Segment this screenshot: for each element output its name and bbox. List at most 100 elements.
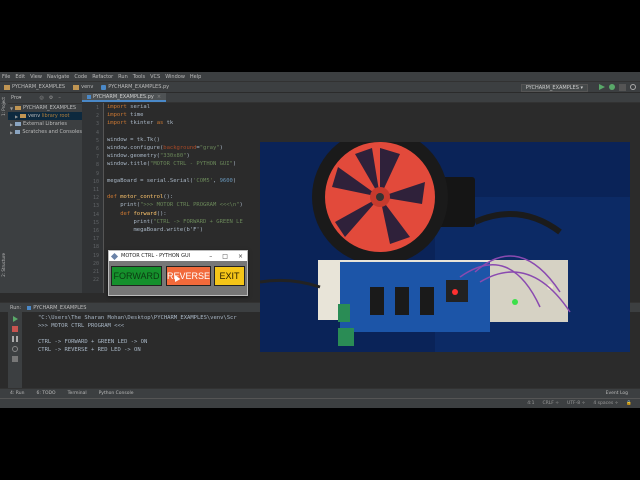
breadcrumb-folder[interactable]: venv — [69, 84, 97, 90]
code-line: def motor_control(): — [107, 194, 174, 201]
code-line: import time — [107, 112, 144, 119]
line-number: 12 — [92, 195, 99, 202]
line-number: 22 — [92, 277, 99, 284]
line-number: 4 — [95, 129, 99, 136]
menu-item-help[interactable]: Help — [190, 74, 201, 80]
console-line: CTRL -> REVERSE + RED LED -> ON — [38, 347, 141, 353]
menu-item-edit[interactable]: Edit — [15, 74, 25, 80]
line-number: 20 — [92, 260, 99, 267]
structure-tool-tab[interactable]: 2: Structure — [1, 253, 7, 277]
indent-setting[interactable]: 4 spaces ÷ — [593, 401, 618, 406]
menu-item-tools[interactable]: Tools — [133, 74, 145, 80]
status-bar: 4:1 CRLF ÷ UTF-8 ÷ 4 spaces ÷ 🔒 — [0, 398, 640, 408]
bottom-tab-todo[interactable]: 6: TODO — [36, 391, 55, 396]
code-line: window.title("MOTOR CTRL - PYTHON GUI") — [107, 161, 237, 168]
code-line: megaBoard = serial.Serial('COM5', 9600) — [107, 177, 237, 184]
line-separator[interactable]: CRLF ÷ — [542, 401, 559, 406]
project-panel-header[interactable]: Pro▾ ◎ ⚙ – — [8, 93, 82, 104]
minimize-icon[interactable]: – — [209, 253, 212, 260]
pause-icon[interactable] — [12, 336, 18, 342]
console-line: CTRL -> FORWARD + GREEN LED -> ON — [38, 339, 148, 345]
cursor-position[interactable]: 4:1 — [527, 401, 534, 406]
close-icon[interactable]: × — [157, 94, 161, 100]
tree-item-scratches[interactable]: ▶ Scratches and Consoles — [8, 128, 82, 136]
settings-icon[interactable] — [12, 346, 18, 352]
file-encoding[interactable]: UTF-8 ÷ — [567, 401, 585, 406]
line-number: 3 — [95, 121, 99, 128]
menu-item-window[interactable]: Window — [165, 74, 185, 80]
line-number: 14 — [92, 211, 99, 218]
line-number: 1 — [95, 105, 99, 111]
event-log-tab[interactable]: Event Log — [606, 391, 628, 396]
bottom-tab-run[interactable]: 4: Run — [10, 391, 24, 396]
rerun-icon[interactable] — [12, 316, 18, 322]
stop-icon[interactable] — [619, 84, 626, 91]
line-number: 21 — [92, 269, 99, 275]
line-number: 17 — [92, 236, 99, 243]
project-panel: Pro▾ ◎ ⚙ – ▼ PYCHARM_EXAMPLES ▶ venv libra… — [8, 93, 82, 293]
stop-icon[interactable] — [12, 326, 18, 332]
code-line: import tkinter as tk — [107, 120, 174, 127]
run-icon[interactable] — [599, 84, 605, 90]
menu-item-run[interactable]: Run — [118, 74, 128, 80]
minimize-icon[interactable]: – — [58, 95, 61, 101]
console-line: "C:\Users\The Sharan Mohan\Desktop\PYCHA… — [38, 315, 237, 321]
bottom-tab-terminal[interactable]: Terminal — [68, 391, 87, 396]
code-line: print(">>> MOTOR CTRL PROGRAM <<<\n") — [107, 202, 243, 209]
menu-item-file[interactable]: File — [2, 74, 10, 80]
run-tab[interactable]: PYCHARM_EXAMPLES — [33, 305, 86, 311]
breadcrumb-project[interactable]: PYCHARM_EXAMPLES — [0, 84, 69, 90]
menu-item-view[interactable]: View — [30, 74, 42, 80]
exit-button[interactable]: EXIT — [214, 266, 245, 286]
editor-tab[interactable]: PYCHARM_EXAMPLES.py × — [82, 93, 167, 102]
trash-icon[interactable] — [12, 356, 18, 362]
gear-icon[interactable]: ⚙ — [49, 95, 53, 101]
bottom-tool-tabs: 4: Run 6: TODO Terminal Python Console E… — [0, 388, 640, 398]
library-icon — [15, 122, 21, 126]
line-number: 8 — [95, 162, 99, 169]
lock-icon[interactable]: 🔒 — [626, 401, 632, 406]
python-file-icon — [87, 94, 91, 99]
run-configuration-select[interactable]: PYCHARM_EXAMPLES ▾ — [520, 84, 588, 92]
line-number: 5 — [95, 137, 99, 144]
line-number: 7 — [95, 154, 99, 161]
menu-item-navigate[interactable]: Navigate — [47, 74, 69, 80]
maximize-icon[interactable]: □ — [222, 253, 228, 260]
globe-icon[interactable]: ◎ — [39, 95, 43, 101]
tk-gui-window: MOTOR CTRL - PYTHON GUI – □ × FORWARD RE… — [108, 250, 248, 296]
code-line: window = tk.Tk() — [107, 136, 160, 143]
tree-item-external-libraries[interactable]: ▶ External Libraries — [8, 120, 82, 128]
run-toolbar — [8, 312, 22, 389]
menu-item-refactor[interactable]: Refactor — [92, 74, 113, 80]
forward-button[interactable]: FORWARD — [111, 266, 162, 286]
code-line: def forward(): — [107, 210, 167, 217]
search-icon[interactable] — [630, 84, 636, 90]
tree-item-venv[interactable]: ▶ venv library root — [8, 112, 82, 120]
console-output[interactable]: "C:\Users\The Sharan Mohan\Desktop\PYCHA… — [38, 315, 237, 355]
folder-icon — [20, 114, 26, 118]
debug-icon[interactable] — [609, 84, 615, 90]
project-tool-tab[interactable]: 1: Project — [1, 97, 7, 116]
line-number: 18 — [92, 244, 99, 251]
line-number: 2 — [95, 113, 99, 120]
menu-item-vcs[interactable]: VCS — [150, 74, 160, 80]
scratches-icon — [14, 130, 21, 134]
breadcrumb-file[interactable]: PYCHARM_EXAMPLES.py — [97, 84, 173, 90]
close-icon[interactable]: × — [238, 253, 243, 260]
menu-item-code[interactable]: Code — [74, 74, 87, 80]
bottom-tab-python-console[interactable]: Python Console — [99, 391, 134, 396]
python-file-icon — [27, 305, 32, 310]
green-led — [512, 299, 518, 305]
line-number: 6 — [95, 146, 99, 152]
line-number: 9 — [95, 170, 99, 177]
code-line: window.configure(background="gray") — [107, 145, 223, 151]
motor-board-illustration — [260, 142, 630, 352]
line-number: 10 — [92, 178, 99, 185]
line-number: 19 — [92, 252, 99, 259]
code-line: print("CTRL -> FORWARD + GREEN LE — [107, 218, 243, 225]
tk-title-bar[interactable]: MOTOR CTRL - PYTHON GUI – □ × — [109, 251, 247, 261]
hardware-photo — [260, 142, 630, 352]
code-line: megaBoard.write(b'F') — [107, 227, 204, 233]
tree-item-project[interactable]: ▼ PYCHARM_EXAMPLES — [8, 104, 82, 112]
